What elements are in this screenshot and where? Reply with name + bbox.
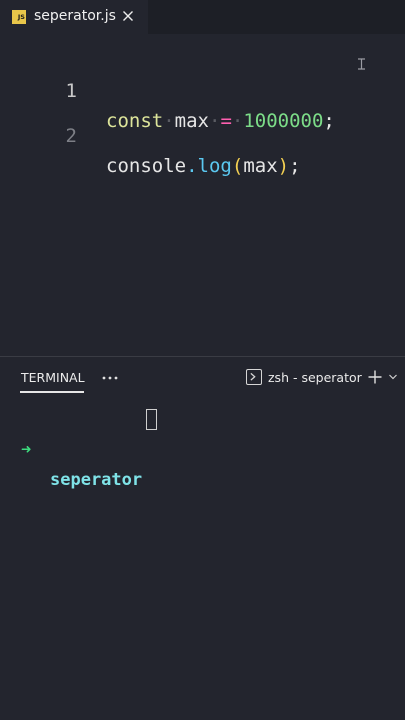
editor-tab[interactable]: JS seperator.js [0, 0, 148, 34]
code-editor[interactable]: 1 const·max·=·1000000; 2 console.log(max… [0, 34, 405, 356]
prompt-directory: seperator [50, 470, 143, 490]
token-paren-open: ( [231, 155, 244, 177]
more-icon[interactable] [102, 376, 118, 380]
line-number: 2 [65, 125, 77, 147]
prompt-arrow: ➜ [21, 440, 32, 460]
token-dot: . [186, 155, 198, 177]
code-line-2[interactable]: 2 console.log(max); [0, 91, 405, 177]
chevron-down-icon[interactable] [388, 373, 398, 381]
js-file-icon: JS [12, 10, 26, 24]
terminal-cursor [146, 409, 157, 430]
token-identifier: console [106, 155, 187, 177]
code-line-1[interactable]: 1 const·max·=·1000000; [0, 46, 405, 132]
terminal-prompt[interactable]: ➜ seperator [21, 405, 157, 490]
tab-title: seperator.js [34, 8, 116, 24]
editor-tab-bar: JS seperator.js [0, 0, 405, 34]
token-identifier: max [243, 155, 278, 177]
plus-icon[interactable] [367, 369, 383, 385]
close-icon[interactable] [120, 8, 136, 24]
terminal-panel: TERMINAL zsh - seperator ➜ seperator [0, 357, 405, 720]
terminal-shell-name[interactable]: zsh - seperator [268, 370, 362, 385]
active-tab-indicator [20, 391, 84, 393]
token-paren-close: ) [277, 155, 290, 177]
code-text: console.log(max); [106, 151, 301, 181]
text-cursor-icon [358, 58, 365, 70]
token-function: log [197, 155, 232, 177]
terminal-prompt-glyph [250, 372, 256, 381]
token-semicolon: ; [289, 155, 301, 177]
tab-terminal[interactable]: TERMINAL [21, 370, 85, 385]
terminal-icon[interactable] [246, 369, 262, 385]
